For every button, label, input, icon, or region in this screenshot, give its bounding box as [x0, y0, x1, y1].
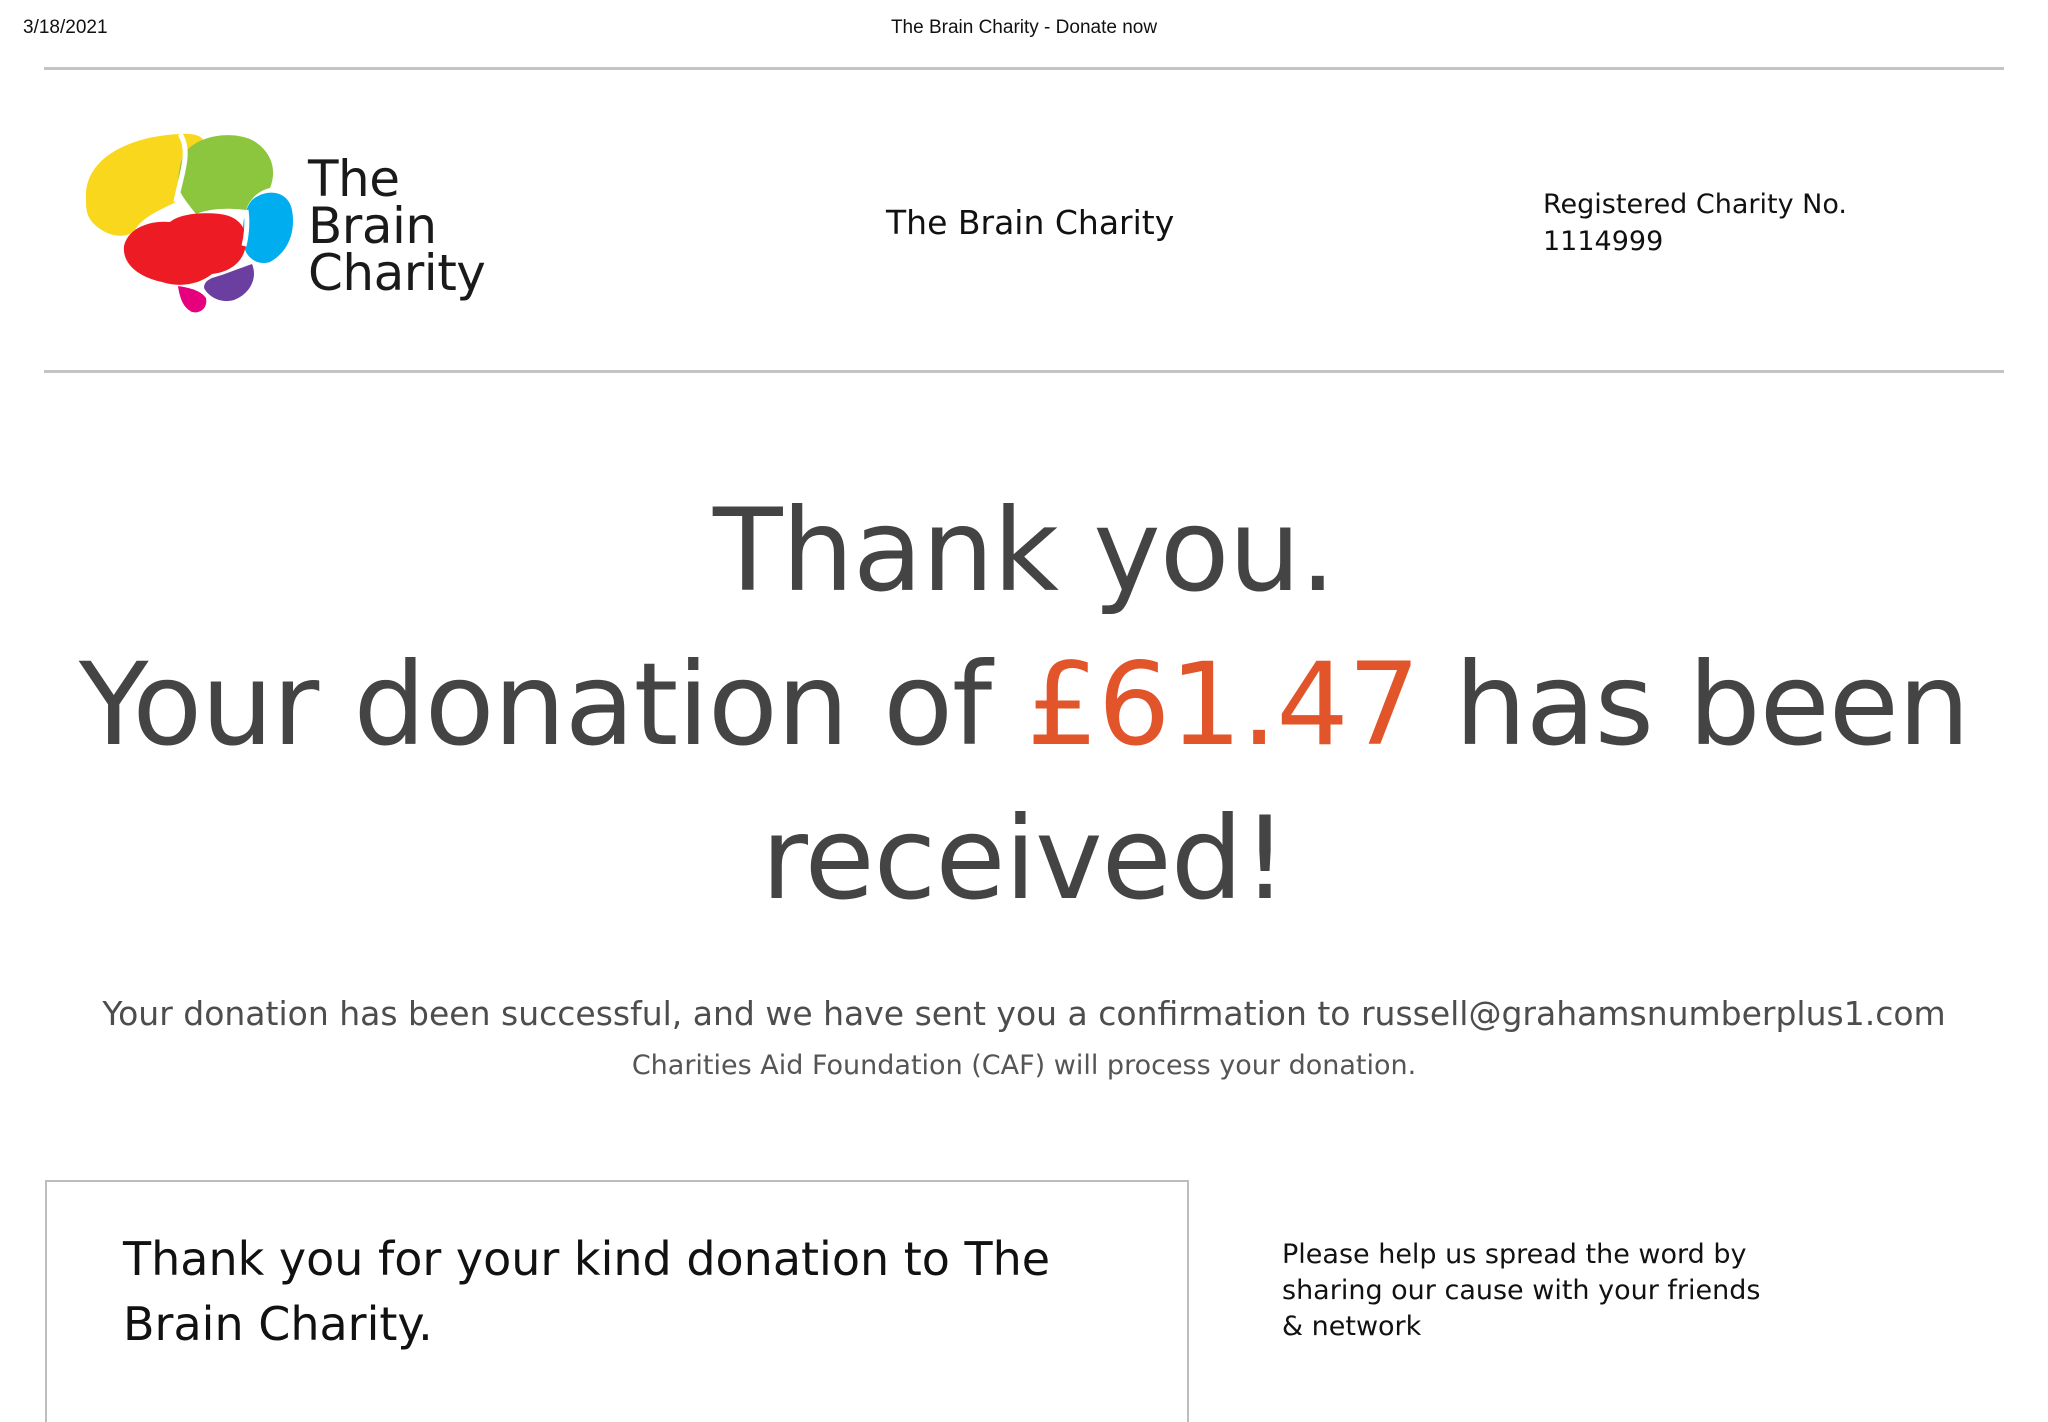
confirmation-message: Your donation has been successful, and w…	[102, 994, 1946, 1033]
hero-line-3: received!	[761, 792, 1288, 925]
print-header: 3/18/2021 The Brain Charity - Donate now	[0, 0, 2048, 60]
hero-line-1: Thank you.	[713, 484, 1336, 617]
caf-processing-note: Charities Aid Foundation (CAF) will proc…	[631, 1050, 1417, 1081]
brain-charity-logo[interactable]: The Brain Charity	[80, 128, 500, 318]
top-divider	[44, 67, 2004, 70]
thank-you-heading: Thank you. Your donation of £61.47 has b…	[0, 474, 2048, 936]
donation-amount: £61.47	[1026, 638, 1420, 771]
logo-line-3: Charity	[308, 244, 486, 302]
thank-you-card: Thank you for your kind donation to The …	[45, 1180, 1189, 1422]
share-prompt: Please help us spread the word by sharin…	[1282, 1239, 1761, 1342]
logo-line-1: The	[308, 150, 400, 208]
header-charity-name: The Brain Charity	[886, 203, 1175, 242]
hero-line-2-suffix: has been	[1419, 638, 1971, 771]
hero-line-2-prefix: Your donation of	[78, 638, 1027, 771]
thank-you-card-text: Thank you for your kind donation to The …	[123, 1232, 1051, 1351]
hero-line-2: Your donation of £61.47 has been	[0, 628, 2048, 782]
brain-logo-icon	[85, 132, 294, 313]
logo-wordmark: The Brain Charity	[308, 150, 486, 302]
registered-charity-info: Registered Charity No. 1114999	[1543, 186, 1847, 260]
header-divider	[44, 370, 2004, 373]
registered-charity-number: 1114999	[1543, 226, 1664, 257]
print-title: The Brain Charity - Donate now	[890, 17, 1158, 38]
logo-line-2: Brain	[308, 197, 437, 255]
registered-charity-label: Registered Charity No.	[1543, 189, 1847, 220]
